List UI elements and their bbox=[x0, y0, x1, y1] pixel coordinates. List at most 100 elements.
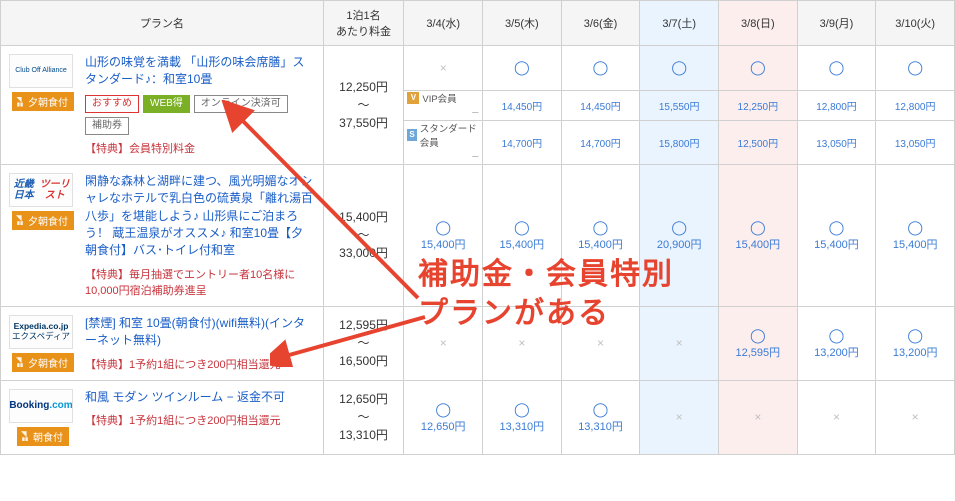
unavailable-icon: × bbox=[440, 61, 447, 75]
unavailable-icon: × bbox=[833, 410, 840, 424]
header-date-4[interactable]: 3/8(日) bbox=[719, 1, 798, 46]
member-price-cell[interactable]: 14,450円 bbox=[483, 90, 562, 120]
availability-cell: × bbox=[404, 46, 483, 91]
cell-price: 12,595円 bbox=[736, 347, 781, 359]
cell-price: 13,310円 bbox=[578, 421, 623, 433]
member-tier-label: VVIP会員− bbox=[404, 90, 483, 120]
plan-cell: Expedia.co.jpエクスペディア夕朝食付[禁煙] 和室 10畳(朝食付)… bbox=[1, 306, 324, 380]
member-tier-icon: S bbox=[407, 129, 416, 141]
member-price-cell[interactable]: 12,800円 bbox=[797, 90, 876, 120]
cell-price: 12,650円 bbox=[421, 421, 466, 433]
available-icon: ◯ bbox=[485, 401, 559, 418]
availability-cell[interactable]: ◯ 15,400円 bbox=[797, 164, 876, 306]
header-date-5[interactable]: 3/9(月) bbox=[797, 1, 876, 46]
plan-title-link[interactable]: 閑静な森林と湖畔に建つ、風光明媚なオシャレなホテルで乳白色の硫黄泉「離れ湯百八歩… bbox=[85, 173, 315, 260]
plan-title-link[interactable]: 和風 モダン ツインルーム − 返金不可 bbox=[85, 389, 315, 406]
availability-cell[interactable]: ◯ bbox=[797, 46, 876, 91]
availability-cell[interactable]: ◯ 13,310円 bbox=[483, 380, 562, 454]
price-high: 16,500円 bbox=[339, 354, 388, 368]
available-icon: ◯ bbox=[642, 59, 716, 76]
member-price-cell[interactable]: 15,550円 bbox=[640, 90, 719, 120]
plan-row: Expedia.co.jpエクスペディア夕朝食付[禁煙] 和室 10畳(朝食付)… bbox=[1, 306, 955, 380]
member-price-cell[interactable]: 12,500円 bbox=[719, 120, 798, 164]
availability-cell[interactable]: ◯ bbox=[640, 46, 719, 91]
header-date-6[interactable]: 3/10(火) bbox=[876, 1, 955, 46]
availability-cell[interactable]: ◯ bbox=[719, 46, 798, 91]
member-price-cell[interactable]: 13,050円 bbox=[876, 120, 955, 164]
meal-badge: 夕朝食付 bbox=[12, 92, 74, 111]
available-icon: ◯ bbox=[800, 59, 874, 76]
availability-cell[interactable]: ◯ 15,400円 bbox=[876, 164, 955, 306]
member-price-cell[interactable]: 14,450円 bbox=[561, 90, 640, 120]
plan-bonus-text: 【特典】1予約1組につき200円相当還元 bbox=[85, 412, 315, 428]
availability-cell[interactable]: ◯ bbox=[876, 46, 955, 91]
availability-cell[interactable]: ◯ bbox=[561, 46, 640, 91]
member-price-cell[interactable]: 12,250円 bbox=[719, 90, 798, 120]
unavailable-icon: × bbox=[440, 336, 447, 350]
available-icon: ◯ bbox=[878, 219, 952, 236]
plan-cell: Booking.com朝食付和風 モダン ツインルーム − 返金不可【特典】1予… bbox=[1, 380, 324, 454]
unavailable-icon: × bbox=[912, 410, 919, 424]
cell-price: 13,200円 bbox=[893, 347, 938, 359]
unavailable-icon: × bbox=[676, 410, 683, 424]
unavailable-icon: × bbox=[597, 336, 604, 350]
available-icon: ◯ bbox=[800, 327, 874, 344]
cell-price: 15,400円 bbox=[893, 239, 938, 251]
available-icon: ◯ bbox=[721, 59, 795, 76]
availability-cell[interactable]: ◯20,900円 bbox=[640, 164, 719, 306]
availability-cell[interactable]: ◯12,650円 bbox=[404, 380, 483, 454]
plan-row: 近畿日本ツーリスト夕朝食付閑静な森林と湖畔に建つ、風光明媚なオシャレなホテルで乳… bbox=[1, 164, 955, 306]
available-icon: ◯ bbox=[485, 219, 559, 236]
plan-tag: WEB得 bbox=[143, 95, 190, 113]
member-price-cell[interactable]: 14,700円 bbox=[561, 120, 640, 164]
member-price-cell[interactable]: 12,800円 bbox=[876, 90, 955, 120]
brand-box[interactable]: 近畿日本ツーリスト夕朝食付 bbox=[9, 173, 77, 230]
availability-cell[interactable]: ◯ 15,400円 bbox=[719, 164, 798, 306]
available-icon: ◯ bbox=[800, 219, 874, 236]
availability-cell: × bbox=[797, 380, 876, 454]
member-tier-label: Sスタンダード会員− bbox=[404, 120, 483, 164]
brand-box[interactable]: Booking.com朝食付 bbox=[9, 389, 77, 446]
plan-title-link[interactable]: [禁煙] 和室 10畳(朝食付)(wifi無料)(インターネット無料) bbox=[85, 315, 315, 350]
header-date-1[interactable]: 3/5(木) bbox=[483, 1, 562, 46]
cell-price: 13,310円 bbox=[500, 421, 545, 433]
member-price: − bbox=[471, 105, 479, 120]
availability-cell[interactable]: ◯15,400円 bbox=[483, 164, 562, 306]
available-icon: ◯ bbox=[406, 219, 480, 236]
price-low: 12,250円 bbox=[339, 80, 388, 94]
price-range-cell: 12,250円〜37,550円 bbox=[323, 46, 404, 165]
availability-cell: × bbox=[640, 306, 719, 380]
plan-comparison-table: プラン名 1泊1名 あたり料金 3/4(水) 3/5(木) 3/6(金) 3/7… bbox=[0, 0, 955, 455]
availability-cell[interactable]: ◯15,400円 bbox=[561, 164, 640, 306]
availability-cell: × bbox=[404, 306, 483, 380]
availability-cell[interactable]: ◯13,200円 bbox=[797, 306, 876, 380]
price-low: 12,595円 bbox=[339, 318, 388, 332]
available-icon: ◯ bbox=[564, 219, 638, 236]
plan-tag: 補助券 bbox=[85, 117, 129, 135]
brand-box[interactable]: Expedia.co.jpエクスペディア夕朝食付 bbox=[9, 315, 77, 372]
availability-cell[interactable]: ◯ bbox=[483, 46, 562, 91]
cell-price: 20,900円 bbox=[657, 239, 702, 251]
available-icon: ◯ bbox=[878, 59, 952, 76]
member-price-cell[interactable]: 14,700円 bbox=[483, 120, 562, 164]
brand-box[interactable]: Club Off Alliance夕朝食付 bbox=[9, 54, 77, 111]
member-tier-name: VIP会員 bbox=[422, 91, 456, 105]
cell-price: 15,400円 bbox=[736, 239, 781, 251]
availability-cell[interactable]: ◯13,200円 bbox=[876, 306, 955, 380]
availability-cell: × bbox=[561, 306, 640, 380]
member-price-cell[interactable]: 13,050円 bbox=[797, 120, 876, 164]
available-icon: ◯ bbox=[721, 219, 795, 236]
header-date-2[interactable]: 3/6(金) bbox=[561, 1, 640, 46]
cell-price: 15,400円 bbox=[814, 239, 859, 251]
meal-badge: 夕朝食付 bbox=[12, 353, 74, 372]
availability-cell[interactable]: ◯13,310円 bbox=[561, 380, 640, 454]
availability-cell[interactable]: ◯12,595円 bbox=[719, 306, 798, 380]
header-date-3[interactable]: 3/7(土) bbox=[640, 1, 719, 46]
available-icon: ◯ bbox=[564, 59, 638, 76]
header-date-0[interactable]: 3/4(水) bbox=[404, 1, 483, 46]
availability-cell[interactable]: ◯15,400円 bbox=[404, 164, 483, 306]
plan-bonus-text: 【特典】会員特別料金 bbox=[85, 140, 315, 156]
plan-title-link[interactable]: 山形の味覚を満載 「山形の味会席膳」スタンダード♪：和室10畳 bbox=[85, 54, 315, 89]
plan-row: Club Off Alliance夕朝食付山形の味覚を満載 「山形の味会席膳」ス… bbox=[1, 46, 955, 91]
member-price-cell[interactable]: 15,800円 bbox=[640, 120, 719, 164]
